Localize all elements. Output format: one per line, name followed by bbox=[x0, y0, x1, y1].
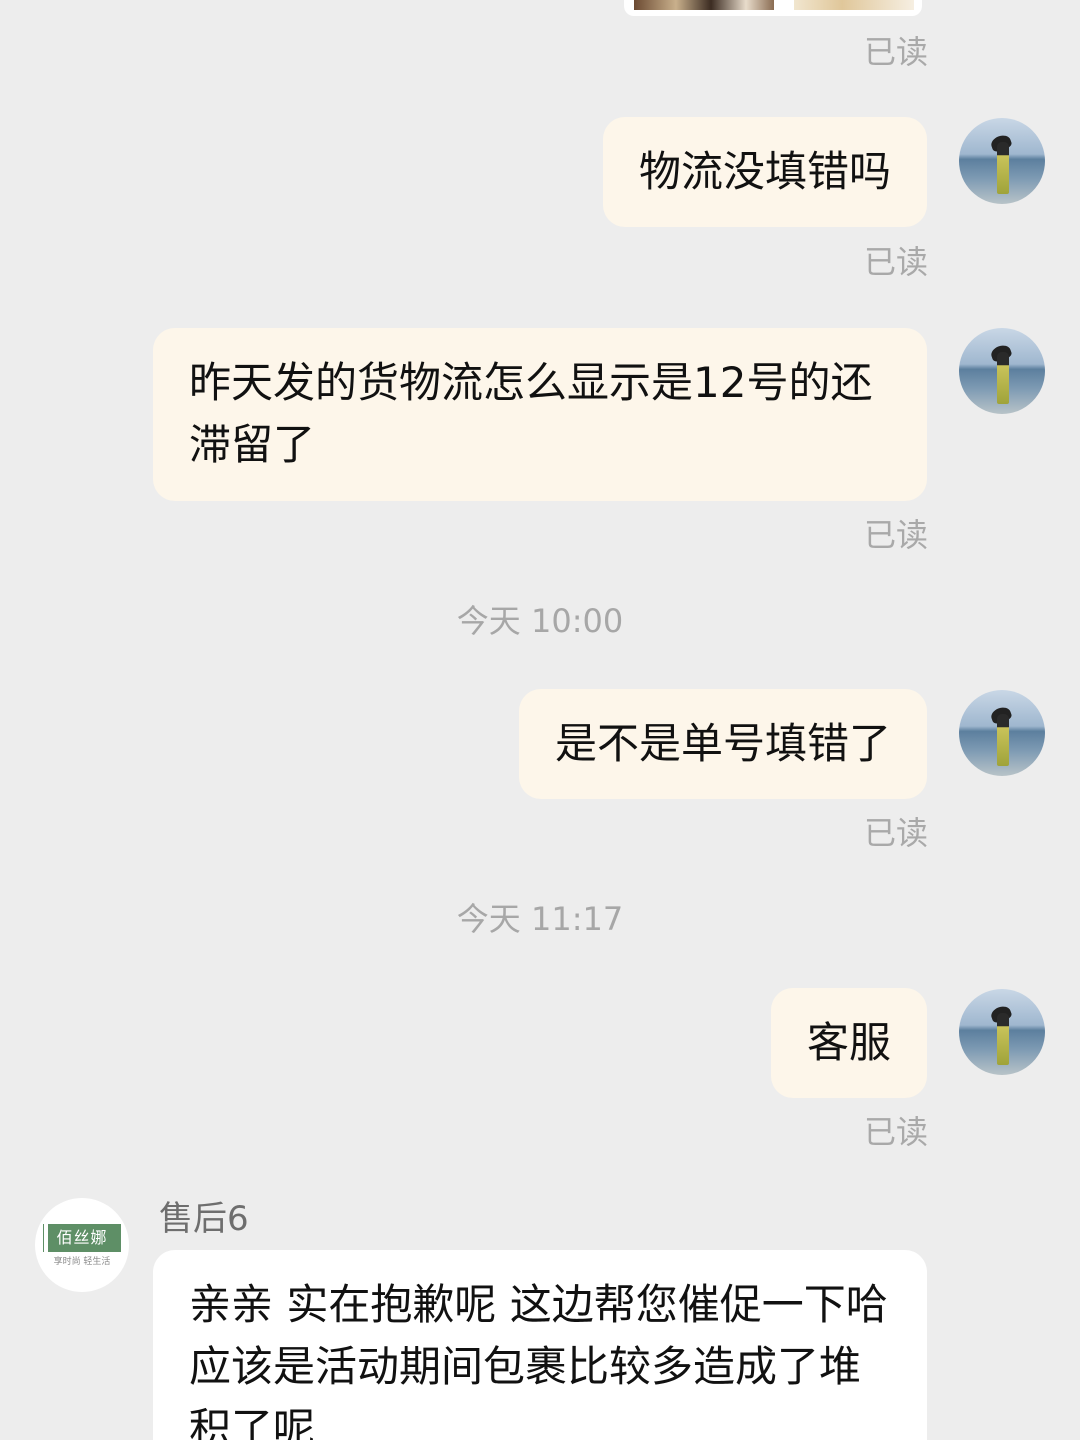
read-receipt: 已读 bbox=[863, 33, 928, 71]
image-message[interactable] bbox=[624, 0, 922, 16]
message-bubble[interactable]: 昨天发的货物流怎么显示是12号的还滞留了 bbox=[153, 328, 927, 501]
image-preview-left bbox=[634, 0, 774, 10]
read-receipt: 已读 bbox=[863, 243, 928, 281]
user-avatar[interactable] bbox=[959, 328, 1045, 414]
read-receipt: 已读 bbox=[863, 814, 928, 852]
message-bubble[interactable]: 物流没填错吗 bbox=[602, 117, 927, 227]
user-avatar[interactable] bbox=[959, 118, 1045, 204]
shop-avatar[interactable]: 佰丝娜 享时尚 轻生活 bbox=[35, 1198, 129, 1292]
sender-name: 售后6 bbox=[159, 1199, 249, 1239]
read-receipt: 已读 bbox=[863, 516, 928, 554]
timestamp: 今天 11:17 bbox=[456, 900, 624, 938]
read-receipt: 已读 bbox=[863, 1113, 928, 1151]
user-avatar[interactable] bbox=[959, 989, 1045, 1075]
user-avatar[interactable] bbox=[959, 690, 1045, 776]
brand-logo: 佰丝娜 bbox=[43, 1224, 121, 1252]
chat-area[interactable]: 已读 物流没填错吗 已读 昨天发的货物流怎么显示是12号的还滞留了 已读 今天 … bbox=[0, 0, 1080, 1440]
message-bubble[interactable]: 客服 bbox=[770, 988, 927, 1098]
timestamp: 今天 10:00 bbox=[456, 602, 624, 640]
reply-bubble[interactable]: 亲亲 实在抱歉呢 这边帮您催促一下哈 应该是活动期间包裹比较多造成了堆积了呢 bbox=[153, 1250, 927, 1440]
brand-tagline: 享时尚 轻生活 bbox=[53, 1257, 111, 1267]
image-preview-right bbox=[794, 0, 914, 10]
message-bubble[interactable]: 是不是单号填错了 bbox=[518, 689, 927, 799]
